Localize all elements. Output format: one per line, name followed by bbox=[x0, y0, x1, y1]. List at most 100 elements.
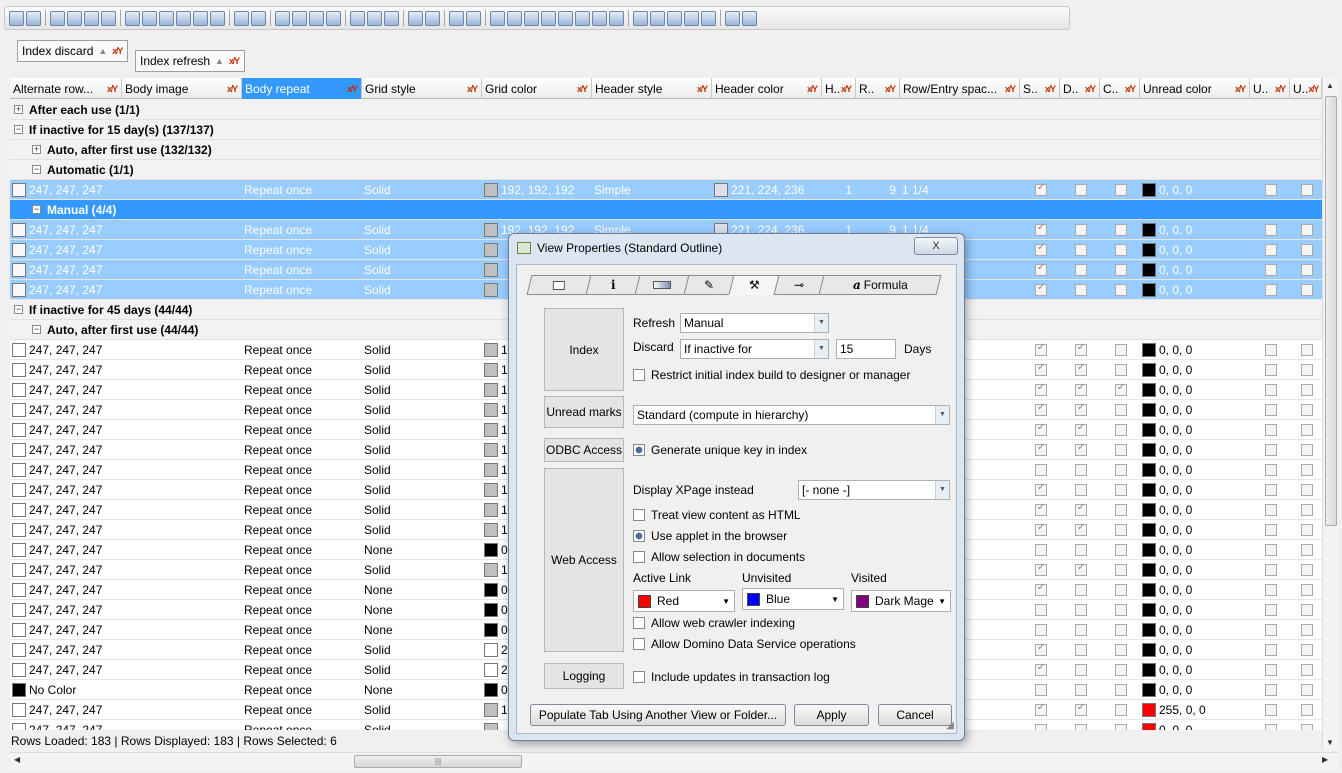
column-header[interactable]: U.. x̸Y bbox=[1290, 78, 1322, 99]
tab-pin[interactable]: ✎ bbox=[683, 275, 735, 295]
column-header[interactable]: Body image x̸Y bbox=[122, 78, 242, 99]
html-checkbox[interactable]: Treat view content as HTML bbox=[633, 508, 801, 522]
apply-button[interactable]: Apply bbox=[794, 704, 869, 726]
visited-color-picker[interactable]: Dark Mage ▼ bbox=[851, 590, 951, 612]
checkbox-box[interactable] bbox=[633, 530, 645, 542]
copy-icon[interactable] bbox=[234, 10, 249, 26]
collapse-icon[interactable]: − bbox=[14, 305, 23, 314]
checkbox-box[interactable] bbox=[633, 671, 645, 683]
column-header[interactable]: Grid style x̸Y bbox=[362, 78, 482, 99]
filter-icon[interactable]: x̸Y bbox=[1308, 84, 1319, 94]
filter-icon[interactable]: x̸Y bbox=[107, 84, 118, 94]
tab-formula[interactable]: a Formula bbox=[818, 275, 942, 295]
filter-icon[interactable]: x̸Y bbox=[807, 84, 818, 94]
props-icon[interactable] bbox=[292, 10, 307, 26]
column-header[interactable]: D.. x̸Y bbox=[1060, 78, 1100, 99]
column-header[interactable]: Row/Entry spac... x̸Y bbox=[900, 78, 1020, 99]
refresh-icon[interactable] bbox=[701, 10, 716, 26]
move-up-icon[interactable] bbox=[84, 10, 99, 26]
filter-icon[interactable]: x̸Y bbox=[1045, 84, 1056, 94]
dialog-titlebar[interactable]: View Properties (Standard Outline) bbox=[509, 234, 964, 262]
back-icon[interactable] bbox=[490, 10, 505, 26]
sort-chip-index-refresh[interactable]: Index refresh ▲ x̸Y bbox=[135, 50, 245, 72]
checkbox-box[interactable] bbox=[633, 617, 645, 629]
category-row[interactable]: − Manual (4/4) bbox=[10, 200, 1322, 220]
col-icon-4[interactable] bbox=[193, 10, 208, 26]
frame-icon[interactable] bbox=[425, 10, 440, 26]
move-down-icon[interactable] bbox=[101, 10, 116, 26]
table-icon[interactable] bbox=[524, 10, 539, 26]
filter-icon[interactable]: x̸Y bbox=[1235, 84, 1246, 94]
scroll-down-icon[interactable]: ▼ bbox=[1326, 738, 1334, 747]
filter-icon[interactable]: x̸Y bbox=[885, 84, 896, 94]
filter-icon[interactable]: x̸Y bbox=[1125, 84, 1136, 94]
discard-days-input[interactable]: 15 bbox=[836, 339, 896, 359]
unvisited-color-picker[interactable]: Blue ▼ bbox=[742, 588, 844, 610]
active-link-color-picker[interactable]: Red ▼ bbox=[633, 590, 735, 612]
tree2-icon[interactable] bbox=[575, 10, 590, 26]
tab-info[interactable] bbox=[526, 275, 592, 295]
export-icon[interactable] bbox=[251, 10, 266, 26]
column-header[interactable]: H.. x̸Y bbox=[822, 78, 856, 99]
filter-icon[interactable]: x̸Y bbox=[1085, 84, 1096, 94]
tree-icon[interactable] bbox=[558, 10, 573, 26]
checkbox-box[interactable] bbox=[633, 509, 645, 521]
column-header[interactable]: Unread color x̸Y bbox=[1140, 78, 1250, 99]
edit-icon[interactable] bbox=[725, 10, 740, 26]
category-row[interactable]: − Automatic (1/1) bbox=[10, 160, 1322, 180]
filter-icon[interactable]: x̸Y bbox=[467, 84, 478, 94]
filter-icon[interactable]: x̸Y bbox=[841, 84, 852, 94]
zoom-icon[interactable] bbox=[367, 10, 382, 26]
exit-icon[interactable] bbox=[742, 10, 757, 26]
column-header[interactable]: Body repeat x̸Y bbox=[242, 78, 362, 99]
checkbox-box[interactable] bbox=[633, 638, 645, 650]
scroll-up-icon[interactable]: ▲ bbox=[1326, 81, 1334, 90]
filter-icon[interactable]: x̸Y bbox=[1005, 84, 1016, 94]
tree3-icon[interactable] bbox=[592, 10, 607, 26]
cancel-button[interactable]: Cancel bbox=[878, 704, 952, 726]
category-row[interactable]: − If inactive for 15 day(s) (137/137) bbox=[10, 120, 1322, 140]
gear-icon[interactable] bbox=[650, 10, 665, 26]
col-icon-3[interactable] bbox=[176, 10, 191, 26]
dds-checkbox[interactable]: Allow Domino Data Service operations bbox=[633, 637, 856, 651]
filter-icon[interactable]: x̸Y bbox=[229, 56, 240, 66]
applet-checkbox[interactable]: Use applet in the browser bbox=[633, 529, 787, 543]
refresh-select[interactable]: Manual ▼ bbox=[680, 313, 829, 333]
tab-advanced[interactable]: ⚒ bbox=[728, 275, 780, 295]
unread-select[interactable]: Standard (compute in hierarchy) ▼ bbox=[633, 405, 950, 425]
xpage-select[interactable]: [- none -] ▼ bbox=[798, 480, 950, 500]
filter-icon[interactable]: x̸Y bbox=[697, 84, 708, 94]
scroll-thumb[interactable] bbox=[1325, 96, 1337, 526]
remove-icon[interactable] bbox=[67, 10, 82, 26]
scroll-thumb[interactable]: ||| bbox=[354, 755, 522, 768]
category-row[interactable]: + Auto, after first use (132/132) bbox=[10, 140, 1322, 160]
column-header[interactable]: Grid color x̸Y bbox=[482, 78, 592, 99]
column-header[interactable]: R.. x̸Y bbox=[856, 78, 900, 99]
layout-icon[interactable] bbox=[309, 10, 324, 26]
column-header[interactable]: C.. x̸Y bbox=[1100, 78, 1140, 99]
column-header[interactable]: S.. x̸Y bbox=[1020, 78, 1060, 99]
add-icon[interactable] bbox=[50, 10, 65, 26]
resize-grip-icon[interactable]: ◢ bbox=[946, 720, 954, 731]
filter-icon[interactable]: x̸Y bbox=[112, 46, 123, 56]
filter-icon[interactable]: x̸Y bbox=[227, 84, 238, 94]
expand-icon[interactable]: + bbox=[14, 105, 23, 114]
selection-checkbox[interactable]: Allow selection in documents bbox=[633, 550, 805, 564]
outline-icon[interactable] bbox=[9, 10, 24, 26]
filter-icon[interactable]: x̸Y bbox=[1275, 84, 1286, 94]
column-header[interactable]: U.. x̸Y bbox=[1250, 78, 1290, 99]
db-icon[interactable] bbox=[684, 10, 699, 26]
scroll-left-icon[interactable]: ◀ bbox=[14, 755, 20, 764]
tab-security[interactable]: ⊸ bbox=[773, 275, 825, 295]
frame2-icon[interactable] bbox=[449, 10, 464, 26]
column-header[interactable]: Header color x̸Y bbox=[712, 78, 822, 99]
sort-icon[interactable] bbox=[125, 10, 140, 26]
filter-icon[interactable]: x̸Y bbox=[577, 84, 588, 94]
populate-tab-button[interactable]: Populate Tab Using Another View or Folde… bbox=[530, 704, 786, 726]
view-icon[interactable] bbox=[26, 10, 41, 26]
column-header[interactable]: Alternate row... x̸Y bbox=[10, 78, 122, 99]
checkbox-box[interactable] bbox=[633, 551, 645, 563]
sort-chip-index-discard[interactable]: Index discard ▲ x̸Y bbox=[17, 40, 129, 62]
zoom-out-icon[interactable] bbox=[350, 10, 365, 26]
restrict-checkbox[interactable]: Restrict initial index build to designer… bbox=[633, 368, 910, 382]
